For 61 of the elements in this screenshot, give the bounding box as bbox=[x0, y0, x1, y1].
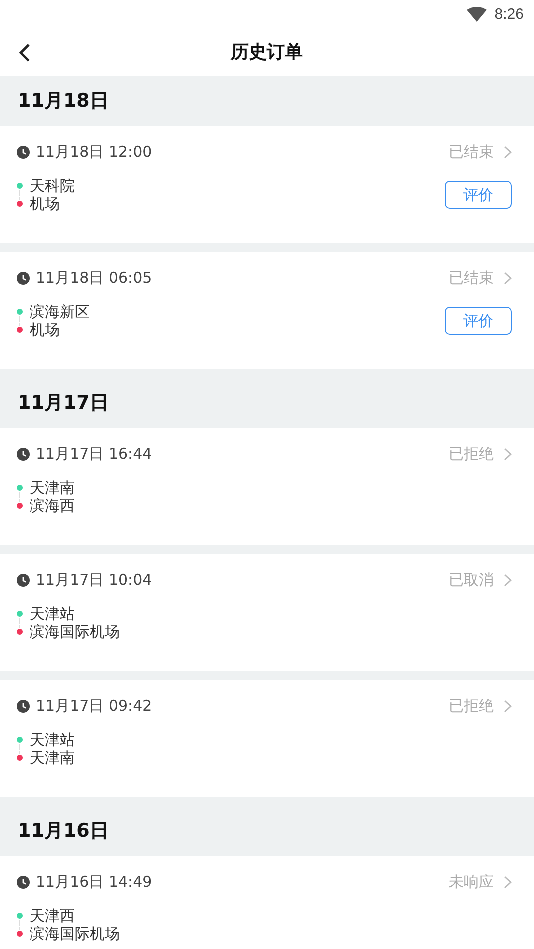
order-card[interactable]: 11月16日 14:49 未响应 天津西 滨海国际机场 bbox=[0, 856, 534, 949]
destination-dot bbox=[17, 755, 23, 761]
destination-place: 机场 bbox=[30, 320, 60, 340]
destination-place: 滨海西 bbox=[30, 496, 75, 516]
clock-time: 8:26 bbox=[494, 6, 524, 22]
origin-place: 天津站 bbox=[30, 730, 75, 750]
order-card[interactable]: 11月18日 06:05 已结束 滨海新区 机场 评价 bbox=[0, 252, 534, 369]
page-title: 历史订单 bbox=[231, 41, 303, 64]
clock-icon bbox=[17, 146, 30, 158]
order-card[interactable]: 11月17日 09:42 已拒绝 天津站 天津南 bbox=[0, 680, 534, 797]
order-time: 11月17日 09:42 bbox=[36, 696, 152, 716]
origin-dot bbox=[17, 611, 23, 617]
order-status: 已结束 bbox=[449, 268, 494, 288]
clock-icon bbox=[17, 272, 30, 284]
clock-icon bbox=[17, 876, 30, 888]
wifi-icon bbox=[466, 6, 487, 22]
order-time: 11月18日 06:05 bbox=[36, 268, 152, 288]
order-time: 11月18日 12:00 bbox=[36, 142, 152, 162]
origin-dot bbox=[17, 183, 23, 189]
origin-dot bbox=[17, 737, 23, 743]
origin-place: 天津站 bbox=[30, 604, 75, 624]
date-heading: 11月17日 bbox=[18, 391, 109, 416]
origin-dot bbox=[17, 309, 23, 315]
origin-dot bbox=[17, 913, 23, 919]
order-status: 未响应 bbox=[449, 872, 494, 892]
order-time: 11月17日 16:44 bbox=[36, 444, 152, 464]
chevron-right-icon bbox=[504, 448, 512, 460]
order-time: 11月17日 10:04 bbox=[36, 570, 152, 590]
order-status: 已拒绝 bbox=[449, 696, 494, 716]
date-heading: 11月16日 bbox=[18, 819, 109, 844]
destination-place: 滨海国际机场 bbox=[30, 622, 120, 642]
clock-icon bbox=[17, 574, 30, 586]
order-status: 已拒绝 bbox=[449, 444, 494, 464]
origin-dot bbox=[17, 485, 23, 491]
destination-place: 天津南 bbox=[30, 748, 75, 768]
order-status: 已取消 bbox=[449, 570, 494, 590]
destination-place: 机场 bbox=[30, 194, 60, 214]
chevron-right-icon bbox=[504, 574, 512, 586]
order-card[interactable]: 11月17日 16:44 已拒绝 天津南 滨海西 bbox=[0, 428, 534, 545]
clock-icon bbox=[17, 700, 30, 712]
chevron-right-icon bbox=[504, 272, 512, 284]
destination-dot bbox=[17, 503, 23, 509]
order-card[interactable]: 11月17日 10:04 已取消 天津站 滨海国际机场 bbox=[0, 554, 534, 671]
back-icon[interactable] bbox=[19, 44, 31, 62]
destination-dot bbox=[17, 931, 23, 937]
origin-place: 滨海新区 bbox=[30, 302, 90, 322]
destination-dot bbox=[17, 629, 23, 635]
chevron-right-icon bbox=[504, 700, 512, 712]
clock-icon bbox=[17, 448, 30, 460]
date-heading: 11月18日 bbox=[18, 89, 109, 114]
destination-dot bbox=[17, 327, 23, 333]
order-time: 11月16日 14:49 bbox=[36, 872, 152, 892]
origin-place: 天科院 bbox=[30, 176, 75, 196]
chevron-right-icon bbox=[504, 146, 512, 158]
origin-place: 天津西 bbox=[30, 906, 75, 926]
destination-place: 滨海国际机场 bbox=[30, 924, 120, 944]
order-card[interactable]: 11月18日 12:00 已结束 天科院 机场 评价 bbox=[0, 126, 534, 243]
order-status: 已结束 bbox=[449, 142, 494, 162]
chevron-right-icon bbox=[504, 876, 512, 888]
origin-place: 天津南 bbox=[30, 478, 75, 498]
destination-dot bbox=[17, 201, 23, 207]
